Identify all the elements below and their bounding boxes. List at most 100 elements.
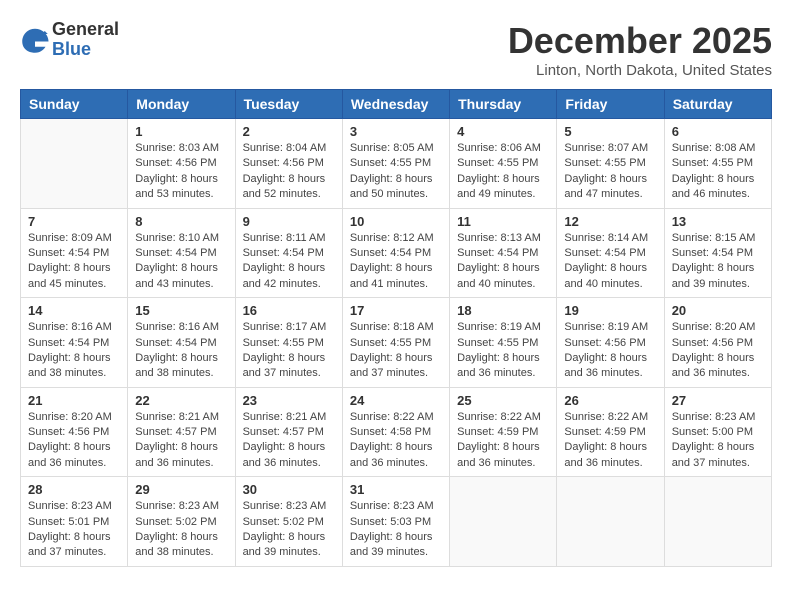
day-header-friday: Friday [557,90,664,119]
calendar-cell: 12 Sunrise: 8:14 AMSunset: 4:54 PMDayligh… [557,208,664,298]
day-info: Sunrise: 8:15 AMSunset: 4:54 PMDaylight:… [672,231,764,293]
day-number: 20 [672,303,764,318]
day-info: Sunrise: 8:20 AMSunset: 4:56 PMDaylight:… [672,320,764,382]
day-number: 11 [457,214,549,229]
day-info: Sunrise: 8:04 AMSunset: 4:56 PMDaylight:… [243,141,335,203]
day-number: 1 [135,124,227,139]
day-info: Sunrise: 8:17 AMSunset: 4:55 PMDaylight:… [243,320,335,382]
calendar-cell: 17 Sunrise: 8:18 AMSunset: 4:55 PMDayligh… [342,298,449,388]
calendar-cell: 3 Sunrise: 8:05 AMSunset: 4:55 PMDaylight… [342,119,449,209]
day-number: 4 [457,124,549,139]
calendar-cell: 15Sunrise: 8:16 AMSunset: 4:54 PMDayligh… [128,298,235,388]
calendar-cell: 25 Sunrise: 8:22 AMSunset: 4:59 PMDayligh… [450,387,557,477]
calendar-table: SundayMondayTuesdayWednesdayThursdayFrid… [20,89,772,567]
day-info: Sunrise: 8:23 AMSunset: 5:02 PMDaylight:… [243,499,335,561]
calendar-cell: 26Sunrise: 8:22 AMSunset: 4:59 PMDayligh… [557,387,664,477]
day-number: 25 [457,393,549,408]
day-number: 29 [135,482,227,497]
day-number: 6 [672,124,764,139]
day-info: Sunrise: 8:23 AMSunset: 5:00 PMDaylight:… [672,410,764,472]
header-row: SundayMondayTuesdayWednesdayThursdayFrid… [21,90,772,119]
day-number: 2 [243,124,335,139]
day-number: 7 [28,214,120,229]
calendar-cell [21,119,128,209]
day-info: Sunrise: 8:18 AMSunset: 4:55 PMDaylight:… [350,320,442,382]
day-number: 9 [243,214,335,229]
calendar-cell: 6Sunrise: 8:08 AMSunset: 4:55 PMDaylight… [664,119,771,209]
calendar-cell: 20 Sunrise: 8:20 AMSunset: 4:56 PMDayligh… [664,298,771,388]
calendar-cell: 31 Sunrise: 8:23 AMSunset: 5:03 PMDayligh… [342,477,449,567]
day-info: Sunrise: 8:23 AMSunset: 5:03 PMDaylight:… [350,499,442,561]
day-number: 31 [350,482,442,497]
day-header-tuesday: Tuesday [235,90,342,119]
day-info: Sunrise: 8:21 AMSunset: 4:57 PMDaylight:… [243,410,335,472]
page-header: General Blue December 2025 Linton, North… [20,20,772,79]
calendar-cell [450,477,557,567]
day-info: Sunrise: 8:19 AMSunset: 4:56 PMDaylight:… [564,320,656,382]
day-header-sunday: Sunday [21,90,128,119]
calendar-cell: 28Sunrise: 8:23 AMSunset: 5:01 PMDayligh… [21,477,128,567]
logo-text: General Blue [52,20,119,60]
location-label: Linton, North Dakota, United States [508,62,772,79]
day-info: Sunrise: 8:07 AMSunset: 4:55 PMDaylight:… [564,141,656,203]
week-row-1: 1 Sunrise: 8:03 AMSunset: 4:56 PMDaylight… [21,119,772,209]
calendar-cell: 24Sunrise: 8:22 AMSunset: 4:58 PMDayligh… [342,387,449,477]
day-number: 30 [243,482,335,497]
logo: General Blue [20,20,119,60]
day-number: 16 [243,303,335,318]
calendar-cell: 22 Sunrise: 8:21 AMSunset: 4:57 PMDayligh… [128,387,235,477]
day-number: 5 [564,124,656,139]
calendar-cell: 21Sunrise: 8:20 AMSunset: 4:56 PMDayligh… [21,387,128,477]
day-number: 22 [135,393,227,408]
day-header-monday: Monday [128,90,235,119]
calendar-cell: 11 Sunrise: 8:13 AMSunset: 4:54 PMDayligh… [450,208,557,298]
day-number: 14 [28,303,120,318]
day-info: Sunrise: 8:19 AMSunset: 4:55 PMDaylight:… [457,320,549,382]
calendar-cell: 23 Sunrise: 8:21 AMSunset: 4:57 PMDayligh… [235,387,342,477]
calendar-cell: 18Sunrise: 8:19 AMSunset: 4:55 PMDayligh… [450,298,557,388]
day-header-saturday: Saturday [664,90,771,119]
calendar-cell: 8Sunrise: 8:10 AMSunset: 4:54 PMDaylight… [128,208,235,298]
day-info: Sunrise: 8:09 AMSunset: 4:54 PMDaylight:… [28,231,120,293]
day-info: Sunrise: 8:23 AMSunset: 5:01 PMDaylight:… [28,499,120,561]
week-row-5: 28Sunrise: 8:23 AMSunset: 5:01 PMDayligh… [21,477,772,567]
day-info: Sunrise: 8:20 AMSunset: 4:56 PMDaylight:… [28,410,120,472]
day-number: 3 [350,124,442,139]
calendar-cell [557,477,664,567]
day-info: Sunrise: 8:14 AMSunset: 4:54 PMDaylight:… [564,231,656,293]
day-number: 17 [350,303,442,318]
calendar-cell: 1 Sunrise: 8:03 AMSunset: 4:56 PMDaylight… [128,119,235,209]
day-info: Sunrise: 8:05 AMSunset: 4:55 PMDaylight:… [350,141,442,203]
day-info: Sunrise: 8:03 AMSunset: 4:56 PMDaylight:… [135,141,227,203]
day-info: Sunrise: 8:21 AMSunset: 4:57 PMDaylight:… [135,410,227,472]
day-info: Sunrise: 8:13 AMSunset: 4:54 PMDaylight:… [457,231,549,293]
day-number: 19 [564,303,656,318]
calendar-cell: 29 Sunrise: 8:23 AMSunset: 5:02 PMDayligh… [128,477,235,567]
month-title: December 2025 [508,20,772,62]
calendar-cell: 5 Sunrise: 8:07 AMSunset: 4:55 PMDaylight… [557,119,664,209]
day-info: Sunrise: 8:22 AMSunset: 4:59 PMDaylight:… [457,410,549,472]
week-row-2: 7 Sunrise: 8:09 AMSunset: 4:54 PMDaylight… [21,208,772,298]
logo-icon [20,25,50,55]
calendar-cell: 9 Sunrise: 8:11 AMSunset: 4:54 PMDaylight… [235,208,342,298]
day-info: Sunrise: 8:06 AMSunset: 4:55 PMDaylight:… [457,141,549,203]
week-row-4: 21Sunrise: 8:20 AMSunset: 4:56 PMDayligh… [21,387,772,477]
day-number: 23 [243,393,335,408]
day-header-wednesday: Wednesday [342,90,449,119]
calendar-cell: 30 Sunrise: 8:23 AMSunset: 5:02 PMDayligh… [235,477,342,567]
calendar-cell: 2 Sunrise: 8:04 AMSunset: 4:56 PMDaylight… [235,119,342,209]
day-info: Sunrise: 8:16 AMSunset: 4:54 PMDaylight:… [135,320,227,382]
calendar-cell [664,477,771,567]
day-info: Sunrise: 8:22 AMSunset: 4:59 PMDaylight:… [564,410,656,472]
calendar-cell: 16 Sunrise: 8:17 AMSunset: 4:55 PMDayligh… [235,298,342,388]
day-info: Sunrise: 8:11 AMSunset: 4:54 PMDaylight:… [243,231,335,293]
calendar-cell: 13Sunrise: 8:15 AMSunset: 4:54 PMDayligh… [664,208,771,298]
calendar-cell: 7 Sunrise: 8:09 AMSunset: 4:54 PMDaylight… [21,208,128,298]
day-number: 12 [564,214,656,229]
calendar-cell: 10Sunrise: 8:12 AMSunset: 4:54 PMDayligh… [342,208,449,298]
day-number: 27 [672,393,764,408]
day-info: Sunrise: 8:23 AMSunset: 5:02 PMDaylight:… [135,499,227,561]
day-number: 10 [350,214,442,229]
day-number: 8 [135,214,227,229]
day-info: Sunrise: 8:16 AMSunset: 4:54 PMDaylight:… [28,320,120,382]
